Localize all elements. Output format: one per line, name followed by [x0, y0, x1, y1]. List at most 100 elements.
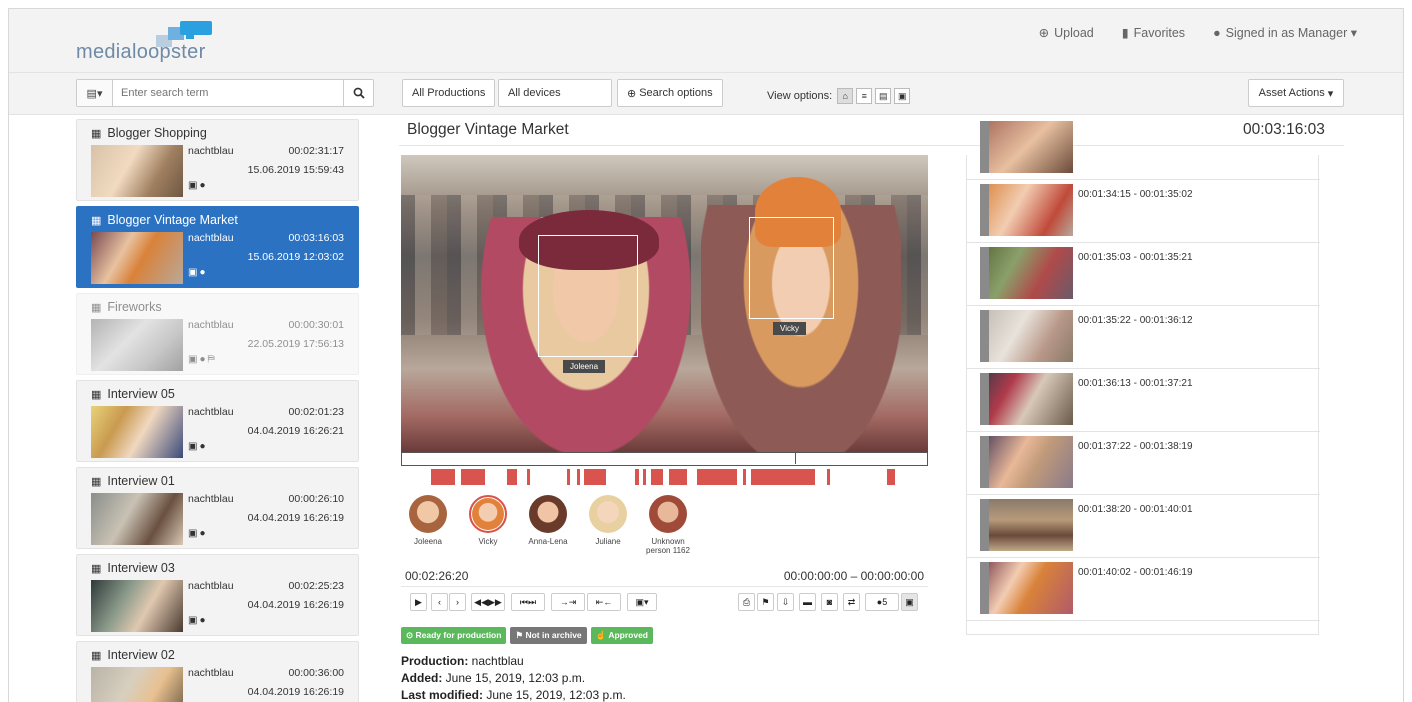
asset-list: ▦ Blogger Shopping nachtblau 00:02:31:17 … — [76, 119, 359, 702]
person-item[interactable]: Joleena — [405, 495, 451, 555]
asset-card[interactable]: ▦ Interview 02 nachtblau 00:00:36:00 04.0… — [76, 641, 359, 702]
shot-item[interactable] — [967, 117, 1320, 180]
face-box-joleena[interactable] — [538, 235, 638, 357]
person-timeline[interactable] — [401, 469, 928, 485]
film-icon: ▦ — [91, 476, 102, 488]
avatar — [649, 495, 687, 533]
jump-marker-icon[interactable]: ⏮⏭ — [511, 593, 545, 611]
asset-card[interactable]: ▦ Fireworks nachtblau 00:00:30:01 22.05.2… — [76, 293, 359, 375]
marker-icon[interactable]: ⚑ — [757, 593, 774, 611]
playhead[interactable] — [795, 453, 796, 464]
asset-thumbnail — [91, 493, 183, 545]
shot-thumbnail — [980, 184, 1073, 236]
person-list: Joleena Vicky Anna-Lena Juliane Unknown … — [405, 495, 691, 555]
asset-card[interactable]: ▦ Interview 01 nachtblau 00:00:26:10 04.0… — [76, 467, 359, 549]
toolbar: ▤▾ All Productions All devices ⊕Search o… — [9, 73, 1403, 115]
shot-item[interactable]: 00:01:34:15 - 00:01:35:02 — [967, 180, 1320, 243]
print-icon[interactable]: ⎙ — [738, 593, 755, 611]
shot-item[interactable]: 00:01:35:03 - 00:01:35:21 — [967, 243, 1320, 306]
face-overlay-toggle-icon[interactable]: ▣ — [901, 593, 918, 611]
person-count-button[interactable]: ● 5 — [865, 593, 899, 611]
person-item[interactable]: Juliane — [585, 495, 631, 555]
export-icon[interactable]: ⇩ — [777, 593, 794, 611]
devices-filter[interactable]: All devices — [498, 79, 612, 107]
shot-item[interactable]: 00:01:40:02 - 00:01:46:19 — [967, 558, 1320, 621]
set-in-point-icon[interactable]: →⇥ — [551, 593, 585, 611]
search-button[interactable] — [343, 80, 373, 106]
film-icon: ▦ — [91, 389, 102, 401]
shot-item[interactable]: 00:01:37:22 - 00:01:38:19 — [967, 432, 1320, 495]
current-timecode: 00:02:26:20 — [405, 569, 469, 583]
home-view-icon[interactable]: ⌂ — [837, 88, 854, 104]
search-group: ▤ ▾ — [76, 79, 374, 107]
status-icons: ▣● — [188, 441, 208, 452]
status-icons: ▣● — [188, 267, 208, 278]
video-scrubber[interactable] — [401, 452, 928, 466]
approved-badge: ☝ Approved — [590, 627, 653, 644]
shot-thumbnail — [980, 562, 1073, 614]
search-icon — [353, 87, 365, 99]
logo[interactable]: medialoopster — [76, 21, 216, 65]
shot-thumbnail — [980, 310, 1073, 362]
thumbs-up-icon: ☝ — [595, 630, 607, 640]
upload-link[interactable]: ⊕ Upload — [1039, 25, 1094, 40]
subtitle-dropdown-icon[interactable]: ▣▾ — [627, 593, 657, 611]
avatar — [409, 495, 447, 533]
productions-filter[interactable]: All Productions — [402, 79, 496, 107]
shot-item[interactable]: 00:01:35:22 - 00:01:36:12 — [967, 306, 1320, 369]
play-icon[interactable]: ▶ — [410, 593, 427, 611]
shot-thumbnail — [980, 373, 1073, 425]
user-menu[interactable]: ● Signed in as Manager ▾ — [1213, 25, 1357, 40]
view-options: View options: ⌂ ≡ ▤ ▣ — [767, 88, 911, 104]
list-view-icon[interactable]: ≡ — [856, 88, 873, 104]
avatar — [529, 495, 567, 533]
face-tag-joleena: Joleena — [563, 360, 606, 373]
asset-thumbnail — [91, 406, 183, 458]
asset-card[interactable]: ▦ Interview 03 nachtblau 00:02:25:23 04.0… — [76, 554, 359, 636]
person-item[interactable]: Anna-Lena — [525, 495, 571, 555]
ready-badge: ⊙ Ready for production — [401, 627, 507, 644]
film-icon: ▦ — [91, 215, 102, 227]
film-icon: ▦ — [91, 302, 102, 314]
app-frame: medialoopster ⊕ Upload ▮ Favorites ● Signed… — [8, 8, 1404, 702]
film-view-icon[interactable]: ▤ — [875, 88, 892, 104]
search-input[interactable] — [113, 80, 343, 106]
asset-actions-button[interactable]: Asset Actions ▾ — [1248, 79, 1344, 107]
film-icon: ▦ — [91, 650, 102, 662]
logo-text: medialoopster — [76, 41, 206, 63]
shot-item[interactable]: 00:01:36:13 - 00:01:37:21 — [967, 369, 1320, 432]
search-options-button[interactable]: ⊕ Search options — [617, 79, 723, 107]
status-icons: ▣● — [188, 615, 208, 626]
user-icon: ● — [1213, 26, 1221, 40]
film-icon: ▤ — [86, 87, 97, 100]
next-frame-icon[interactable]: › — [449, 593, 466, 611]
video-player[interactable]: Joleena Vicky — [401, 155, 928, 452]
asset-card[interactable]: ▦ Interview 05 nachtblau 00:02:01:23 04.0… — [76, 380, 359, 462]
player-controls: ▶ ‹ › ◀◀▶▶ ⏮⏭ →⇥ ⇤← ▣▾ ⎙ ⚑ ⇩ ▬ ◙ ⇄ ● 5 ▣ — [401, 586, 928, 614]
face-tag-vicky: Vicky — [773, 322, 806, 335]
face-box-vicky[interactable] — [749, 217, 834, 319]
set-out-point-icon[interactable]: ⇤← — [587, 593, 621, 611]
search-type-dropdown[interactable]: ▤ ▾ — [77, 80, 113, 106]
top-nav: ⊕ Upload ▮ Favorites ● Signed in as Manager… — [1039, 25, 1357, 40]
top-bar: medialoopster ⊕ Upload ▮ Favorites ● Signed… — [9, 9, 1403, 73]
favorites-link[interactable]: ▮ Favorites — [1122, 25, 1185, 40]
avatar — [589, 495, 627, 533]
swap-icon[interactable]: ⇄ — [843, 593, 860, 611]
shot-item[interactable]: 00:01:38:20 - 00:01:40:01 — [967, 495, 1320, 558]
rewind-fast-forward-icon[interactable]: ◀◀▶▶ — [471, 593, 505, 611]
person-item[interactable]: Unknown person 1162 — [645, 495, 691, 555]
camera-icon[interactable]: ◙ — [821, 593, 838, 611]
archive-badge: ⚑ Not in archive — [510, 627, 587, 644]
comment-icon[interactable]: ▬ — [799, 593, 816, 611]
asset-card[interactable]: ▦ Blogger Shopping nachtblau 00:02:31:17 … — [76, 119, 359, 201]
status-icons: ▣● — [188, 180, 208, 191]
shot-thumbnail — [980, 436, 1073, 488]
detail-view-icon[interactable]: ▣ — [894, 88, 911, 104]
person-item-selected[interactable]: Vicky — [465, 495, 511, 555]
film-icon: ▦ — [91, 563, 102, 575]
shot-thumbnail — [980, 121, 1073, 173]
selection-range: 00:00:00:00 – 00:00:00:00 — [783, 569, 924, 583]
prev-frame-icon[interactable]: ‹ — [431, 593, 448, 611]
asset-card-selected[interactable]: ▦ Blogger Vintage Market nachtblau 00:03:… — [76, 206, 359, 288]
